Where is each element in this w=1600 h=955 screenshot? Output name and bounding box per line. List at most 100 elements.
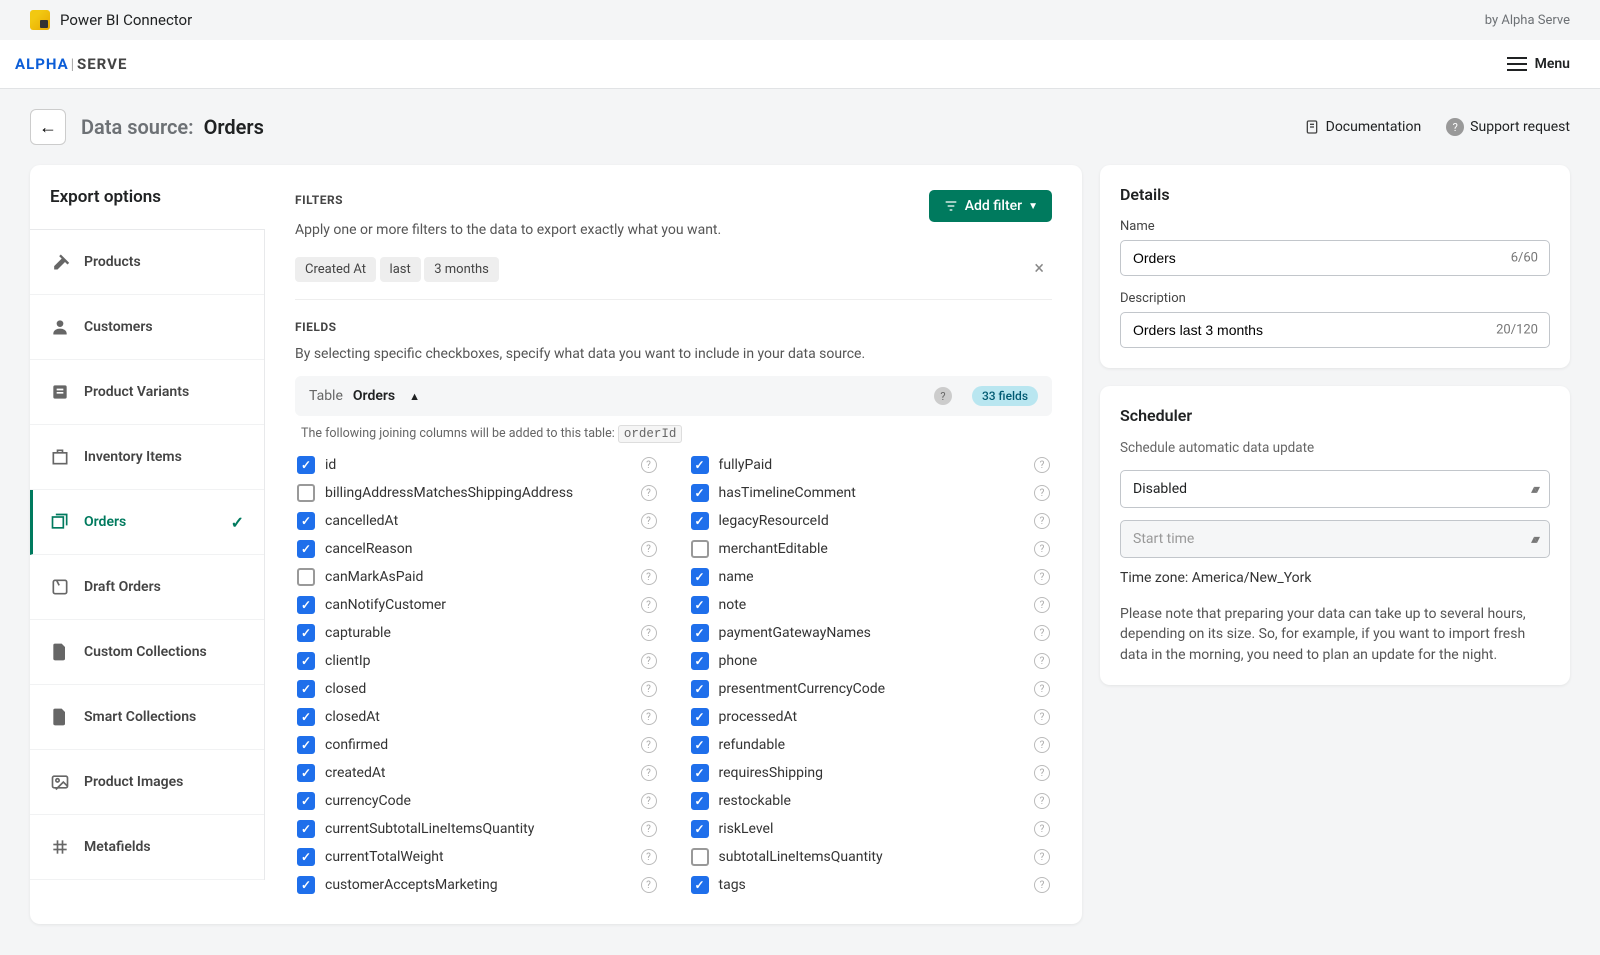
filter-chip[interactable]: Created At <box>295 257 376 282</box>
sidebar-item-label: Inventory Items <box>84 449 182 465</box>
remove-filter-button[interactable]: × <box>1026 258 1052 279</box>
field-row: legacyResourceId? <box>689 507 1053 535</box>
field-help-icon[interactable]: ? <box>1034 569 1050 585</box>
field-checkbox[interactable] <box>297 708 315 726</box>
filter-icon <box>943 198 959 214</box>
field-help-icon[interactable]: ? <box>1034 793 1050 809</box>
sidebar-item-smart-collections[interactable]: Smart Collections <box>30 685 264 750</box>
field-checkbox[interactable] <box>297 624 315 642</box>
documentation-link[interactable]: Documentation <box>1304 118 1422 136</box>
field-help-icon[interactable]: ? <box>641 849 657 865</box>
field-help-icon[interactable]: ? <box>641 569 657 585</box>
field-checkbox[interactable] <box>297 484 315 502</box>
field-help-icon[interactable]: ? <box>1034 737 1050 753</box>
field-checkbox[interactable] <box>297 792 315 810</box>
field-help-icon[interactable]: ? <box>641 793 657 809</box>
field-help-icon[interactable]: ? <box>641 541 657 557</box>
field-help-icon[interactable]: ? <box>1034 681 1050 697</box>
field-help-icon[interactable]: ? <box>641 513 657 529</box>
field-help-icon[interactable]: ? <box>641 765 657 781</box>
field-checkbox[interactable] <box>297 512 315 530</box>
field-help-icon[interactable]: ? <box>641 737 657 753</box>
field-checkbox[interactable] <box>691 512 709 530</box>
field-checkbox[interactable] <box>297 680 315 698</box>
field-help-icon[interactable]: ? <box>1034 457 1050 473</box>
sidebar-item-inventory-items[interactable]: Inventory Items <box>30 425 264 490</box>
field-help-icon[interactable]: ? <box>1034 709 1050 725</box>
sidebar-item-metafields[interactable]: Metafields <box>30 815 264 880</box>
field-checkbox[interactable] <box>691 624 709 642</box>
field-checkbox[interactable] <box>297 736 315 754</box>
field-help-icon[interactable]: ? <box>641 485 657 501</box>
menu-button[interactable]: Menu <box>1507 56 1570 72</box>
field-row: createdAt? <box>295 759 659 787</box>
sidebar-item-product-variants[interactable]: Product Variants <box>30 360 264 425</box>
schedule-select[interactable]: Disabled ▴▾ <box>1120 470 1550 508</box>
field-checkbox[interactable] <box>691 736 709 754</box>
name-input[interactable] <box>1120 240 1550 276</box>
description-input[interactable] <box>1120 312 1550 348</box>
field-checkbox[interactable] <box>691 596 709 614</box>
field-help-icon[interactable]: ? <box>1034 625 1050 641</box>
field-checkbox[interactable] <box>297 764 315 782</box>
field-checkbox[interactable] <box>297 652 315 670</box>
field-row: processedAt? <box>689 703 1053 731</box>
breadcrumb-current: Orders <box>204 115 264 139</box>
field-help-icon[interactable]: ? <box>641 681 657 697</box>
field-checkbox[interactable] <box>691 484 709 502</box>
field-checkbox[interactable] <box>691 540 709 558</box>
field-help-icon[interactable]: ? <box>641 653 657 669</box>
support-link[interactable]: ? Support request <box>1446 118 1570 136</box>
field-checkbox[interactable] <box>691 652 709 670</box>
table-selector[interactable]: Table Orders ▲ ? 33 fields <box>295 376 1052 416</box>
nav-icon <box>50 772 70 792</box>
sidebar-item-product-images[interactable]: Product Images <box>30 750 264 815</box>
filter-chip[interactable]: last <box>380 257 421 282</box>
field-checkbox[interactable] <box>691 820 709 838</box>
field-help-icon[interactable]: ? <box>1034 513 1050 529</box>
field-help-icon[interactable]: ? <box>1034 597 1050 613</box>
field-checkbox[interactable] <box>691 568 709 586</box>
field-checkbox[interactable] <box>691 708 709 726</box>
field-checkbox[interactable] <box>691 876 709 894</box>
field-help-icon[interactable]: ? <box>641 877 657 893</box>
sidebar-item-label: Product Variants <box>84 384 189 400</box>
field-checkbox[interactable] <box>297 820 315 838</box>
field-help-icon[interactable]: ? <box>1034 765 1050 781</box>
field-checkbox[interactable] <box>297 568 315 586</box>
field-help-icon[interactable]: ? <box>1034 653 1050 669</box>
field-name-label: merchantEditable <box>719 541 1025 557</box>
field-help-icon[interactable]: ? <box>1034 877 1050 893</box>
field-help-icon[interactable]: ? <box>641 625 657 641</box>
field-checkbox[interactable] <box>691 764 709 782</box>
field-checkbox[interactable] <box>691 680 709 698</box>
field-checkbox[interactable] <box>297 540 315 558</box>
sidebar-item-products[interactable]: Products <box>30 230 264 295</box>
field-checkbox[interactable] <box>297 848 315 866</box>
field-checkbox[interactable] <box>297 876 315 894</box>
field-help-icon[interactable]: ? <box>1034 541 1050 557</box>
field-checkbox[interactable] <box>691 848 709 866</box>
filter-chip[interactable]: 3 months <box>424 257 499 282</box>
field-checkbox[interactable] <box>297 596 315 614</box>
field-help-icon[interactable]: ? <box>1034 849 1050 865</box>
add-filter-button[interactable]: Add filter ▼ <box>929 190 1052 222</box>
field-help-icon[interactable]: ? <box>641 821 657 837</box>
field-help-icon[interactable]: ? <box>641 597 657 613</box>
brand-logo[interactable]: ALPHA | SERVE <box>15 55 127 73</box>
table-help-icon[interactable]: ? <box>934 387 952 405</box>
back-button[interactable]: ← <box>30 109 66 145</box>
field-help-icon[interactable]: ? <box>1034 821 1050 837</box>
sidebar-item-customers[interactable]: Customers <box>30 295 264 360</box>
field-help-icon[interactable]: ? <box>641 457 657 473</box>
description-counter: 20/120 <box>1496 323 1538 338</box>
field-help-icon[interactable]: ? <box>1034 485 1050 501</box>
field-help-icon[interactable]: ? <box>641 709 657 725</box>
field-checkbox[interactable] <box>691 456 709 474</box>
field-checkbox[interactable] <box>691 792 709 810</box>
sidebar-item-draft-orders[interactable]: Draft Orders <box>30 555 264 620</box>
sidebar-item-orders[interactable]: Orders✓ <box>30 490 264 555</box>
sidebar-item-custom-collections[interactable]: Custom Collections <box>30 620 264 685</box>
field-checkbox[interactable] <box>297 456 315 474</box>
details-title: Details <box>1120 185 1550 204</box>
